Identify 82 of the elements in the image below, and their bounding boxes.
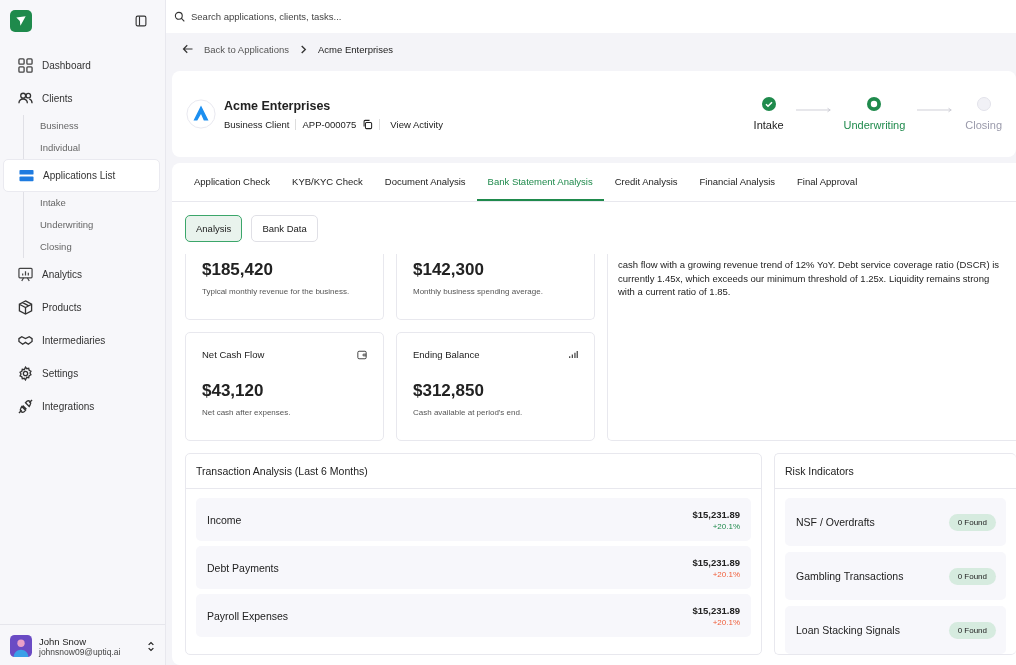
breadcrumb-current: Acme Enterprises xyxy=(318,43,393,55)
summary-text: cash flow with a growing revenue trend of 12% YoY. Debt service coverage ratio (DSCR) is currently 1.45x, which exceeds our minimum threshold of 1.25x. Liquidity remains strong with a current ratio of 1.85. xyxy=(618,258,1001,299)
transaction-change: +20.1% xyxy=(711,521,740,531)
risk-label: Loan Stacking Signals xyxy=(796,624,900,636)
nav-subitem[interactable]: Intake xyxy=(40,192,165,214)
status-badge: 0 Found xyxy=(948,621,996,639)
nav-item[interactable]: Integrations xyxy=(3,390,160,423)
logo-icon xyxy=(10,10,32,32)
step-label: Underwriting xyxy=(843,119,906,131)
chevron-updown-icon[interactable] xyxy=(147,640,155,652)
step-arrow xyxy=(795,107,832,113)
tab[interactable]: Financial Analysis xyxy=(688,163,787,201)
copy-icon[interactable] xyxy=(362,118,374,130)
application-id: APP-000075 xyxy=(302,118,357,130)
transaction-change: +20.1% xyxy=(711,569,740,579)
transaction-label: Debt Payments xyxy=(207,561,279,574)
box-icon xyxy=(18,300,33,315)
nav-subitem[interactable]: Individual xyxy=(40,137,165,159)
stat-label: Ending Balance xyxy=(413,349,480,360)
stat-description: Net cash after expenses. xyxy=(202,408,292,417)
user-email: johnsnow09@uptiq.ai xyxy=(39,646,122,657)
stat-description: Typical monthly revenue for the business. xyxy=(202,287,351,296)
nav-item[interactable]: Dashboard xyxy=(3,49,160,82)
transaction-amount: $15,231.89 xyxy=(692,556,740,568)
risk-label: Gambling Transactions xyxy=(796,570,904,582)
search-field[interactable]: Search applications, clients, tasks... xyxy=(189,10,493,23)
transaction-change: +20.1% xyxy=(711,617,740,627)
list-icon xyxy=(19,168,34,183)
gear-icon xyxy=(18,366,33,381)
plug-icon xyxy=(18,399,33,414)
step-arrow xyxy=(917,107,954,113)
nav-item[interactable]: Intermediaries xyxy=(3,324,160,357)
stat-label: Net Cash Flow xyxy=(202,349,265,360)
tab[interactable]: Final Approval xyxy=(786,163,869,201)
stat-description: Cash available at period's end. xyxy=(413,408,524,417)
client-type: Business Client xyxy=(224,118,290,130)
stat-value: $312,850 xyxy=(413,381,485,401)
users-icon xyxy=(18,91,33,106)
panel-title: Risk Indicators xyxy=(775,454,1016,489)
tab[interactable]: Bank Statement Analysis xyxy=(476,163,604,201)
client-name: Acme Enterprises xyxy=(224,98,332,113)
transaction-label: Income xyxy=(207,513,242,526)
transaction-amount: $15,231.89 xyxy=(692,508,740,520)
nav-subitem[interactable]: Underwriting xyxy=(40,214,165,236)
user-name: John Snow xyxy=(39,635,87,647)
tab[interactable]: Credit Analysis xyxy=(603,163,689,201)
stat-value: $142,300 xyxy=(413,260,485,280)
wallet-icon xyxy=(357,349,367,360)
status-badge: 0 Found xyxy=(948,567,996,585)
subtab-button[interactable]: Bank Data xyxy=(251,215,318,242)
breadcrumb-link[interactable]: Back to Applications xyxy=(204,43,290,55)
company-logo-icon xyxy=(186,99,216,129)
nav-item[interactable]: Settings xyxy=(3,357,160,390)
tab[interactable]: Document Analysis xyxy=(373,163,477,201)
nav-item[interactable]: Analytics xyxy=(3,258,160,291)
tab[interactable]: Application Check xyxy=(183,163,282,201)
nav-subitem[interactable]: Business xyxy=(40,115,165,137)
chevron-right-icon xyxy=(299,44,309,54)
status-badge: 0 Found xyxy=(948,513,996,531)
panel-title: Transaction Analysis (Last 6 Months) xyxy=(186,454,761,489)
nav-item[interactable]: Applications List xyxy=(3,159,160,192)
grid-icon xyxy=(18,58,33,73)
search-icon xyxy=(174,11,185,22)
signal-bars-icon xyxy=(569,351,578,358)
nav-item[interactable]: Clients xyxy=(3,82,160,115)
subtab-button[interactable]: Analysis xyxy=(185,215,243,242)
nav-subitem[interactable]: Closing xyxy=(40,236,165,258)
stat-description: Monthly business spending average. xyxy=(413,287,544,296)
transaction-label: Payroll Expenses xyxy=(207,609,289,622)
transaction-amount: $15,231.89 xyxy=(692,604,740,616)
stat-value: $43,120 xyxy=(202,381,265,401)
avatar xyxy=(10,635,32,657)
sidebar-toggle-icon[interactable] xyxy=(135,15,147,27)
risk-label: NSF / Overdrafts xyxy=(796,516,875,528)
view-activity-link[interactable]: View Activity xyxy=(390,118,443,130)
tab[interactable]: KYB/KYC Check xyxy=(281,163,374,201)
stat-value: $185,420 xyxy=(202,260,274,280)
chart-icon xyxy=(18,267,33,282)
step-label: Closing xyxy=(965,119,1002,131)
back-arrow-icon[interactable] xyxy=(182,43,194,55)
nav-item[interactable]: Products xyxy=(3,291,160,324)
step-label: Intake xyxy=(753,119,784,131)
